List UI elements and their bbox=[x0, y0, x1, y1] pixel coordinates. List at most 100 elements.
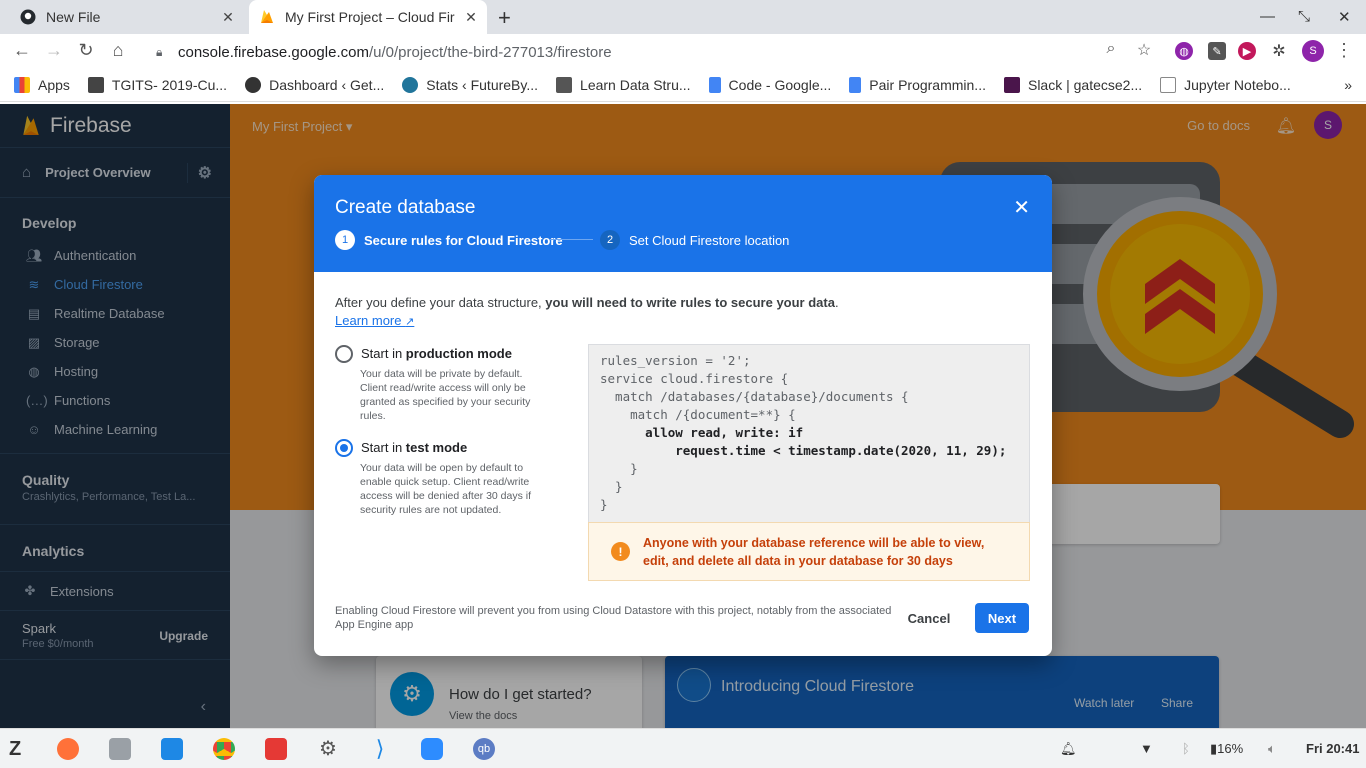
vscode-icon[interactable]: ⟩ bbox=[369, 738, 391, 760]
bookmark-item[interactable]: Pair Programmin... bbox=[849, 77, 986, 93]
new-tab-icon[interactable]: + bbox=[498, 5, 511, 31]
extension-icon[interactable]: ✎ bbox=[1208, 42, 1226, 60]
bookmark-item[interactable]: Dashboard ‹ Get... bbox=[245, 77, 384, 93]
code-line: } bbox=[600, 497, 608, 512]
volume-icon[interactable]: 🔈︎ bbox=[1268, 741, 1276, 757]
production-mode-description: Your data will be private by default. Cl… bbox=[360, 368, 531, 422]
firebase-icon bbox=[259, 9, 275, 25]
warning-icon: ! bbox=[611, 542, 630, 561]
profile-avatar[interactable]: S bbox=[1302, 40, 1324, 62]
dialog-header: Create database ✕ 1 Secure rules for Clo… bbox=[314, 175, 1052, 272]
test-mode-option[interactable]: Start in test mode bbox=[335, 439, 467, 457]
bookmark-favicon-icon bbox=[87, 77, 104, 93]
battery-indicator[interactable]: ▮16% bbox=[1210, 741, 1243, 757]
code-line: service cloud.firestore { bbox=[600, 371, 789, 386]
notifications-bell-icon[interactable]: 🔔︎ bbox=[1060, 741, 1077, 757]
anydesk-icon[interactable] bbox=[265, 738, 287, 760]
slack-icon bbox=[1003, 77, 1020, 93]
step-number: 1 bbox=[335, 230, 355, 250]
puzzle-icon[interactable]: ✲ bbox=[1270, 42, 1288, 60]
tab-strip: New File ✕ My First Project – Cloud Fire… bbox=[0, 0, 1366, 34]
os-taskbar: Z ⚙ ⟩ qb 🔔︎ ▼ ᛒ ▮16% 🔈︎ Fri 20:41 bbox=[0, 728, 1366, 768]
bookmark-item[interactable]: Stats ‹ FutureBy... bbox=[402, 77, 538, 93]
window-close-icon[interactable]: ✕ bbox=[1338, 8, 1351, 26]
bookmark-item[interactable]: Jupyter Notebo... bbox=[1160, 77, 1291, 93]
test-mode-label: Start in test mode bbox=[361, 440, 468, 455]
intro-text: After you define your data structure, yo… bbox=[335, 295, 839, 310]
zoom-icon[interactable]: ⌕ bbox=[1100, 40, 1122, 58]
tab-firebase[interactable]: My First Project – Cloud Fire ✕ bbox=[249, 0, 487, 34]
code-line: allow read, write: if bbox=[600, 425, 804, 440]
bookmark-item[interactable]: Learn Data Stru... bbox=[556, 77, 691, 93]
code-line: rules_version = '2'; bbox=[600, 353, 751, 368]
step-1: 1 Secure rules for Cloud Firestore bbox=[335, 230, 563, 250]
tab-title: My First Project – Cloud Fire bbox=[285, 9, 455, 25]
production-mode-option[interactable]: Start in production mode bbox=[335, 345, 512, 363]
browser-toolbar: ← → ↻ ⌂ 🔒︎ console.firebase.google.com/u… bbox=[0, 34, 1366, 69]
dialog-title: Create database bbox=[335, 197, 476, 218]
forward-icon[interactable]: → bbox=[43, 40, 65, 61]
code-line: } bbox=[600, 479, 623, 494]
bookmark-item[interactable]: TGITS- 2019-Cu... bbox=[87, 77, 227, 93]
step-number: 2 bbox=[600, 230, 620, 250]
extension-icon[interactable]: ▶ bbox=[1238, 42, 1256, 60]
step-label: Set Cloud Firestore location bbox=[629, 232, 790, 248]
bookmark-star-icon[interactable]: ☆ bbox=[1133, 40, 1155, 60]
production-mode-radio[interactable] bbox=[335, 345, 353, 363]
github-icon bbox=[20, 9, 36, 25]
datastore-note: Enabling Cloud Firestore will prevent yo… bbox=[335, 605, 892, 631]
close-tab-icon[interactable]: ✕ bbox=[463, 9, 479, 25]
bookmarks-bar: Apps TGITS- 2019-Cu... Dashboard ‹ Get..… bbox=[0, 69, 1366, 102]
extension-icon[interactable]: ◍ bbox=[1175, 42, 1193, 60]
restore-icon[interactable]: ⤡ bbox=[1298, 8, 1310, 25]
learn-more-link[interactable]: Learn more ↗ bbox=[335, 313, 414, 328]
close-icon[interactable]: ✕ bbox=[1013, 195, 1030, 220]
qbittorrent-icon[interactable]: qb bbox=[473, 738, 495, 760]
code-line: match /databases/{database}/documents { bbox=[600, 389, 909, 404]
code-line: } bbox=[600, 461, 638, 476]
menu-icon[interactable]: ⋮ bbox=[1333, 40, 1355, 61]
reload-icon[interactable]: ↻ bbox=[75, 40, 97, 61]
test-mode-description: Your data will be open by default to ena… bbox=[360, 462, 532, 516]
launcher-icon[interactable]: Z bbox=[9, 738, 31, 760]
clock[interactable]: Fri 20:41 bbox=[1306, 741, 1359, 756]
bookmark-favicon-icon bbox=[556, 77, 573, 93]
production-mode-label: Start in production mode bbox=[361, 346, 512, 361]
tab-new-file[interactable]: New File ✕ bbox=[12, 0, 244, 34]
google-docs-icon bbox=[708, 77, 721, 93]
lock-icon: 🔒︎ bbox=[156, 45, 163, 59]
code-line: request.time < timestamp.date(2020, 11, … bbox=[600, 443, 1007, 458]
more-bookmarks-icon[interactable]: » bbox=[1344, 77, 1352, 93]
zoom-app-icon[interactable] bbox=[421, 738, 443, 760]
cancel-button[interactable]: Cancel bbox=[898, 604, 960, 632]
security-rules-code: rules_version = '2'; service cloud.firest… bbox=[588, 344, 1030, 522]
address-bar[interactable]: 🔒︎ console.firebase.google.com/u/0/proje… bbox=[148, 37, 1168, 67]
software-store-icon[interactable] bbox=[161, 738, 183, 760]
wifi-icon[interactable]: ▼ bbox=[1140, 741, 1153, 756]
bookmark-item[interactable]: Code - Google... bbox=[708, 77, 831, 93]
url-path: /u/0/project/the-bird-277013/firestore bbox=[368, 43, 612, 61]
bookmark-item[interactable]: Slack | gatecse2... bbox=[1003, 77, 1142, 93]
step-2: 2 Set Cloud Firestore location bbox=[600, 230, 789, 250]
bookmark-favicon-icon bbox=[245, 77, 262, 93]
bookmark-favicon-icon bbox=[1160, 77, 1177, 93]
chrome-icon[interactable] bbox=[213, 738, 235, 760]
back-icon[interactable]: ← bbox=[11, 40, 33, 61]
stepper-connector bbox=[549, 239, 593, 240]
settings-gear-icon[interactable]: ⚙ bbox=[317, 738, 339, 760]
google-docs-icon bbox=[849, 77, 862, 93]
firefox-icon[interactable] bbox=[57, 738, 79, 760]
minimize-icon[interactable]: — bbox=[1260, 8, 1275, 25]
files-icon[interactable] bbox=[109, 738, 131, 760]
bluetooth-icon[interactable]: ᛒ bbox=[1182, 741, 1190, 756]
create-database-dialog: Create database ✕ 1 Secure rules for Clo… bbox=[314, 175, 1052, 656]
wordpress-icon bbox=[402, 77, 419, 93]
bookmark-apps[interactable]: Apps bbox=[14, 77, 70, 93]
tab-title: New File bbox=[46, 9, 101, 25]
next-button[interactable]: Next bbox=[975, 603, 1029, 633]
test-mode-radio[interactable] bbox=[335, 439, 353, 457]
apps-grid-icon bbox=[14, 77, 30, 93]
home-icon[interactable]: ⌂ bbox=[107, 40, 129, 61]
close-tab-icon[interactable]: ✕ bbox=[220, 9, 236, 25]
warning-banner: ! Anyone with your database reference wi… bbox=[588, 522, 1030, 581]
